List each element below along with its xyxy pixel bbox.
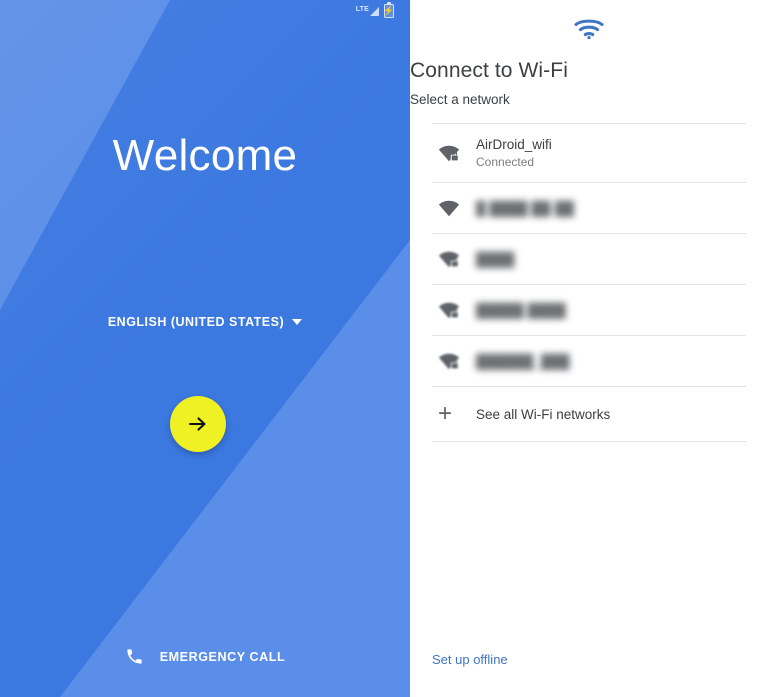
divider	[432, 441, 746, 442]
network-text: █████ ████	[476, 302, 566, 319]
phone-icon	[127, 649, 142, 664]
see-all-networks-label: See all Wi-Fi networks	[476, 406, 611, 422]
language-selector[interactable]: ENGLISH (UNITED STATES)	[0, 315, 410, 329]
setup-wizard-screen: LTE ⚡ Welcome ENGLISH (UNITED STATES) EM…	[0, 0, 768, 697]
network-name: AirDroid_wifi	[476, 137, 552, 152]
network-text: ██████_███	[476, 353, 570, 370]
emergency-call-label: EMERGENCY CALL	[159, 649, 286, 664]
signal-indicator: LTE	[356, 6, 379, 17]
network-list-item[interactable]: █████ ████	[432, 285, 746, 335]
next-button[interactable]	[170, 396, 226, 452]
network-list-item[interactable]: ██████_███	[432, 336, 746, 386]
network-list-item[interactable]: █ ████ ██-██	[432, 183, 746, 233]
panel-subtitle: Select a network	[410, 92, 510, 107]
wifi-icon	[574, 19, 604, 40]
page-title: Welcome	[112, 131, 298, 180]
network-name: █████ ████	[476, 302, 566, 318]
signal-triangle-icon	[370, 6, 379, 16]
network-text: ████	[476, 251, 514, 268]
see-all-networks-button[interactable]: + See all Wi-Fi networks	[432, 387, 746, 441]
network-text: █ ████ ██-██	[476, 200, 574, 217]
wifi-secured-icon	[432, 301, 476, 319]
welcome-panel: LTE ⚡ Welcome ENGLISH (UNITED STATES) EM…	[0, 0, 410, 697]
status-bar: LTE ⚡	[0, 0, 410, 22]
wifi-hero	[410, 0, 768, 46]
network-list-item[interactable]: ████	[432, 234, 746, 284]
panel-title: Connect to Wi-Fi	[410, 59, 568, 82]
network-type-label: LTE	[355, 5, 369, 13]
wifi-secured-icon	[432, 352, 476, 370]
arrow-right-icon	[188, 417, 206, 431]
plus-icon: +	[438, 400, 453, 427]
battery-bolt-glyph: ⚡	[383, 5, 395, 16]
wifi-open-icon	[432, 199, 476, 217]
network-list: AirDroid_wifi Connected █ ████ ██-██ ███…	[410, 123, 768, 442]
wifi-secured-icon	[432, 250, 476, 268]
network-status: Connected	[476, 155, 535, 169]
emergency-call-button[interactable]: EMERGENCY CALL	[0, 647, 410, 666]
network-name: ████	[476, 251, 515, 267]
network-list-item[interactable]: AirDroid_wifi Connected	[432, 124, 746, 182]
wifi-setup-panel: Connect to Wi-Fi Select a network AirDro…	[410, 0, 768, 697]
network-name: █ ████ ██-██	[476, 200, 575, 216]
setup-offline-link[interactable]: Set up offline	[432, 652, 508, 667]
network-name: ██████_███	[476, 353, 570, 369]
language-label: ENGLISH (UNITED STATES)	[107, 315, 285, 329]
chevron-down-icon	[292, 319, 303, 325]
battery-charging-icon: ⚡	[383, 1, 395, 18]
wifi-secured-icon	[432, 144, 476, 162]
network-text: AirDroid_wifi Connected	[476, 136, 552, 170]
